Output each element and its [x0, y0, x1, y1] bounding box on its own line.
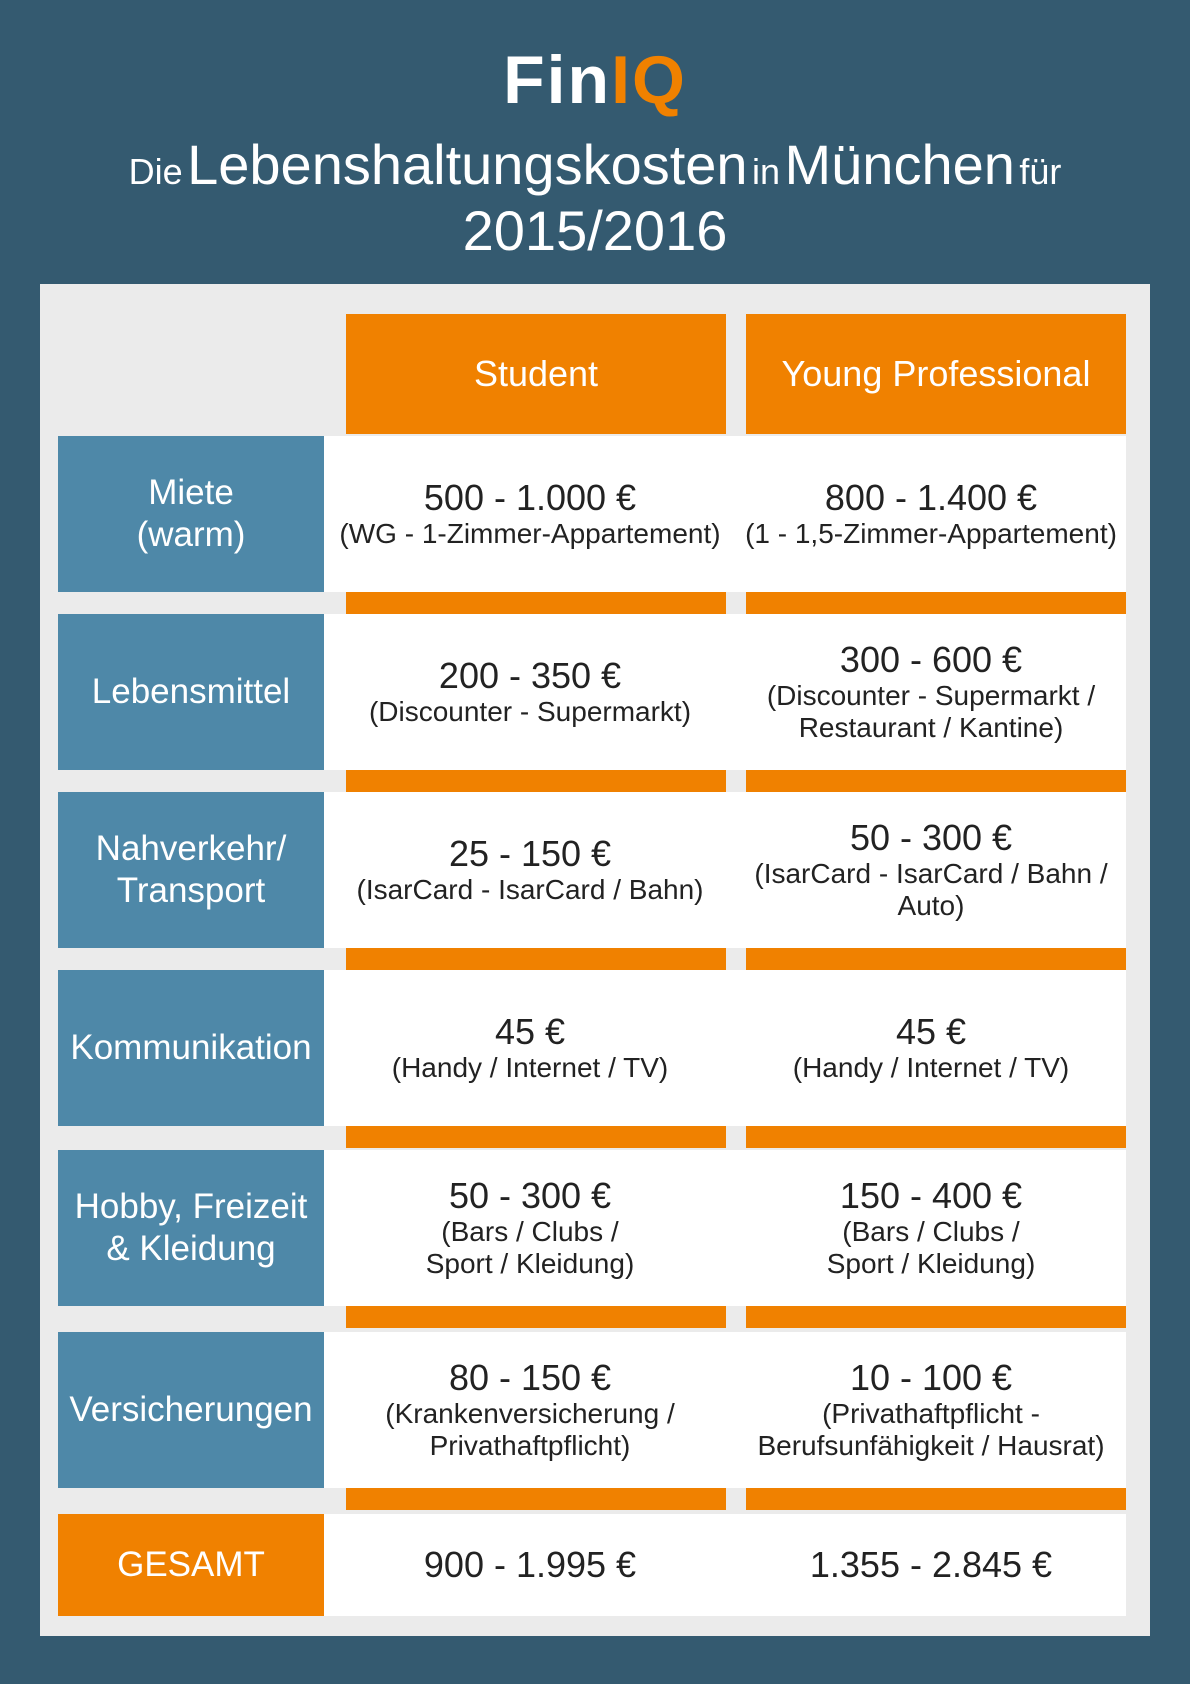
cell-miete-student: 500 - 1.000 € (WG - 1-Zimmer-Appartement…	[324, 436, 736, 592]
row-label-lebensmittel: Lebensmittel	[58, 614, 324, 770]
cell-miete-professional: 800 - 1.400 € (1 - 1,5-Zimmer-Appartemen…	[736, 436, 1126, 592]
row-label-miete: Miete (warm)	[58, 436, 324, 592]
amount: 200 - 350 €	[438, 655, 622, 696]
description: (Privathaftpflicht - Berufsunfähigkeit /…	[757, 1398, 1105, 1461]
description: (Discounter - Supermarkt)	[368, 696, 692, 727]
description: (Bars / Clubs / Sport / Kleidung)	[425, 1216, 635, 1279]
finiq-logo: FinIQ	[0, 40, 1190, 120]
cell-nahverkehr-student: 25 - 150 € (IsarCard - IsarCard / Bahn)	[324, 792, 736, 948]
title-in: in	[752, 151, 781, 192]
header-student: Student	[346, 314, 726, 434]
amount: 300 - 600 €	[839, 639, 1023, 680]
cell-versicherungen-professional: 10 - 100 € (Privathaftpflicht - Berufsun…	[736, 1332, 1126, 1488]
amount: 10 - 100 €	[849, 1357, 1013, 1398]
row-label-versicherungen: Versicherungen	[58, 1332, 324, 1488]
cell-nahverkehr-professional: 50 - 300 € (IsarCard - IsarCard / Bahn /…	[736, 792, 1126, 948]
row-label-hobby: Hobby, Freizeit & Kleidung	[58, 1150, 324, 1306]
title-lebenshaltungskosten: Lebenshaltungskosten	[187, 133, 748, 196]
cell-versicherungen-student: 80 - 150 € (Krankenversicherung / Privat…	[324, 1332, 736, 1488]
description: (Discounter - Supermarkt / Restaurant / …	[766, 680, 1096, 743]
separator-bar	[346, 770, 726, 792]
cell-lebensmittel-professional: 300 - 600 € (Discounter - Supermarkt / R…	[736, 614, 1126, 770]
cell-kommunikation-professional: 45 € (Handy / Internet / TV)	[736, 970, 1126, 1126]
logo-iq: IQ	[611, 42, 687, 118]
description: (IsarCard - IsarCard / Bahn / Auto)	[754, 858, 1108, 921]
description: (Bars / Clubs / Sport / Kleidung)	[826, 1216, 1036, 1279]
title-muenchen: München	[784, 133, 1015, 196]
separator-bar	[746, 592, 1126, 614]
description: (Handy / Internet / TV)	[391, 1052, 669, 1083]
cell-hobby-student: 50 - 300 € (Bars / Clubs / Sport / Kleid…	[324, 1150, 736, 1306]
separator-bar	[746, 948, 1126, 970]
description: (1 - 1,5-Zimmer-Appartement)	[745, 518, 1117, 549]
logo-fin: Fin	[503, 42, 612, 118]
title-fuer: für	[1019, 151, 1062, 192]
total-label: GESAMT	[58, 1514, 324, 1616]
separator-bar	[746, 1306, 1126, 1328]
separator-bar	[746, 770, 1126, 792]
amount: 80 - 150 €	[448, 1357, 612, 1398]
row-label-kommunikation: Kommunikation	[58, 970, 324, 1126]
amount: 45 €	[494, 1011, 566, 1052]
header-young-professional: Young Professional	[746, 314, 1126, 434]
amount: 45 €	[895, 1011, 967, 1052]
cell-kommunikation-student: 45 € (Handy / Internet / TV)	[324, 970, 736, 1126]
description: (WG - 1-Zimmer-Appartement)	[339, 518, 721, 549]
title-year: 2015/2016	[462, 199, 728, 262]
title-die: Die	[128, 151, 183, 192]
amount: 25 - 150 €	[448, 833, 612, 874]
separator-bar	[746, 1126, 1126, 1148]
description: (Krankenversicherung / Privathaftpflicht…	[385, 1398, 675, 1461]
separator-bar	[346, 1306, 726, 1328]
total-amount: 1.355 - 2.845 €	[809, 1544, 1053, 1585]
amount: 150 - 400 €	[839, 1175, 1023, 1216]
separator-bar	[346, 1488, 726, 1510]
amount: 500 - 1.000 €	[423, 477, 637, 518]
cost-table: Student Young Professional Miete (warm) …	[40, 284, 1150, 1636]
separator-bar	[346, 948, 726, 970]
total-amount: 900 - 1.995 €	[423, 1544, 637, 1585]
cell-hobby-professional: 150 - 400 € (Bars / Clubs / Sport / Klei…	[736, 1150, 1126, 1306]
amount: 800 - 1.400 €	[824, 477, 1038, 518]
amount: 50 - 300 €	[849, 817, 1013, 858]
total-professional: 1.355 - 2.845 €	[736, 1514, 1126, 1616]
amount: 50 - 300 €	[448, 1175, 612, 1216]
separator-bar	[346, 1126, 726, 1148]
separator-bar	[346, 592, 726, 614]
row-label-nahverkehr: Nahverkehr/ Transport	[58, 792, 324, 948]
description: (IsarCard - IsarCard / Bahn)	[356, 874, 704, 905]
separator-bar	[746, 1488, 1126, 1510]
description: (Handy / Internet / TV)	[792, 1052, 1070, 1083]
total-student: 900 - 1.995 €	[324, 1514, 736, 1616]
cell-lebensmittel-student: 200 - 350 € (Discounter - Supermarkt)	[324, 614, 736, 770]
